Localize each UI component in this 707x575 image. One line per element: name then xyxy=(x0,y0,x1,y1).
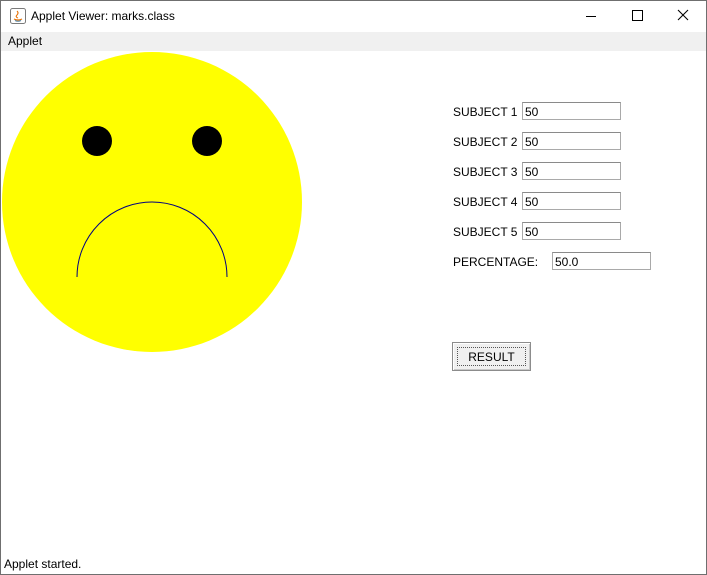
status-bar-text: Applet started. xyxy=(4,557,82,571)
close-icon xyxy=(677,9,689,21)
subject-2-label: SUBJECT 2 xyxy=(453,135,518,149)
applet-canvas: SUBJECT 1 SUBJECT 2 SUBJECT 3 SUBJECT 4 … xyxy=(1,51,706,555)
maximize-button[interactable] xyxy=(614,1,660,32)
subject-1-label: SUBJECT 1 xyxy=(453,105,518,119)
percentage-output[interactable] xyxy=(552,252,651,270)
maximize-icon xyxy=(632,10,643,21)
applet-viewer-window: Applet Viewer: marks.class Applet SUBJEC… xyxy=(0,0,707,575)
menu-bar: Applet xyxy=(1,32,706,51)
java-icon xyxy=(10,8,26,24)
subject-2-input[interactable] xyxy=(522,132,621,150)
subject-3-input[interactable] xyxy=(522,162,621,180)
result-button-label: RESULT xyxy=(468,349,515,364)
subject-3-label: SUBJECT 3 xyxy=(453,165,518,179)
window-title: Applet Viewer: marks.class xyxy=(31,9,175,23)
sad-face-drawing xyxy=(2,52,302,352)
menu-applet[interactable]: Applet xyxy=(8,34,42,48)
subject-4-input[interactable] xyxy=(522,192,621,210)
result-button[interactable]: RESULT xyxy=(452,342,531,371)
close-button[interactable] xyxy=(660,1,706,32)
minimize-icon xyxy=(586,16,596,17)
minimize-button[interactable] xyxy=(568,1,614,32)
subject-5-input[interactable] xyxy=(522,222,621,240)
subject-5-label: SUBJECT 5 xyxy=(453,225,518,239)
subject-1-input[interactable] xyxy=(522,102,621,120)
left-eye xyxy=(82,126,112,156)
right-eye xyxy=(192,126,222,156)
title-bar[interactable]: Applet Viewer: marks.class xyxy=(1,1,706,32)
subject-4-label: SUBJECT 4 xyxy=(453,195,518,209)
percentage-label: PERCENTAGE: xyxy=(453,255,539,269)
